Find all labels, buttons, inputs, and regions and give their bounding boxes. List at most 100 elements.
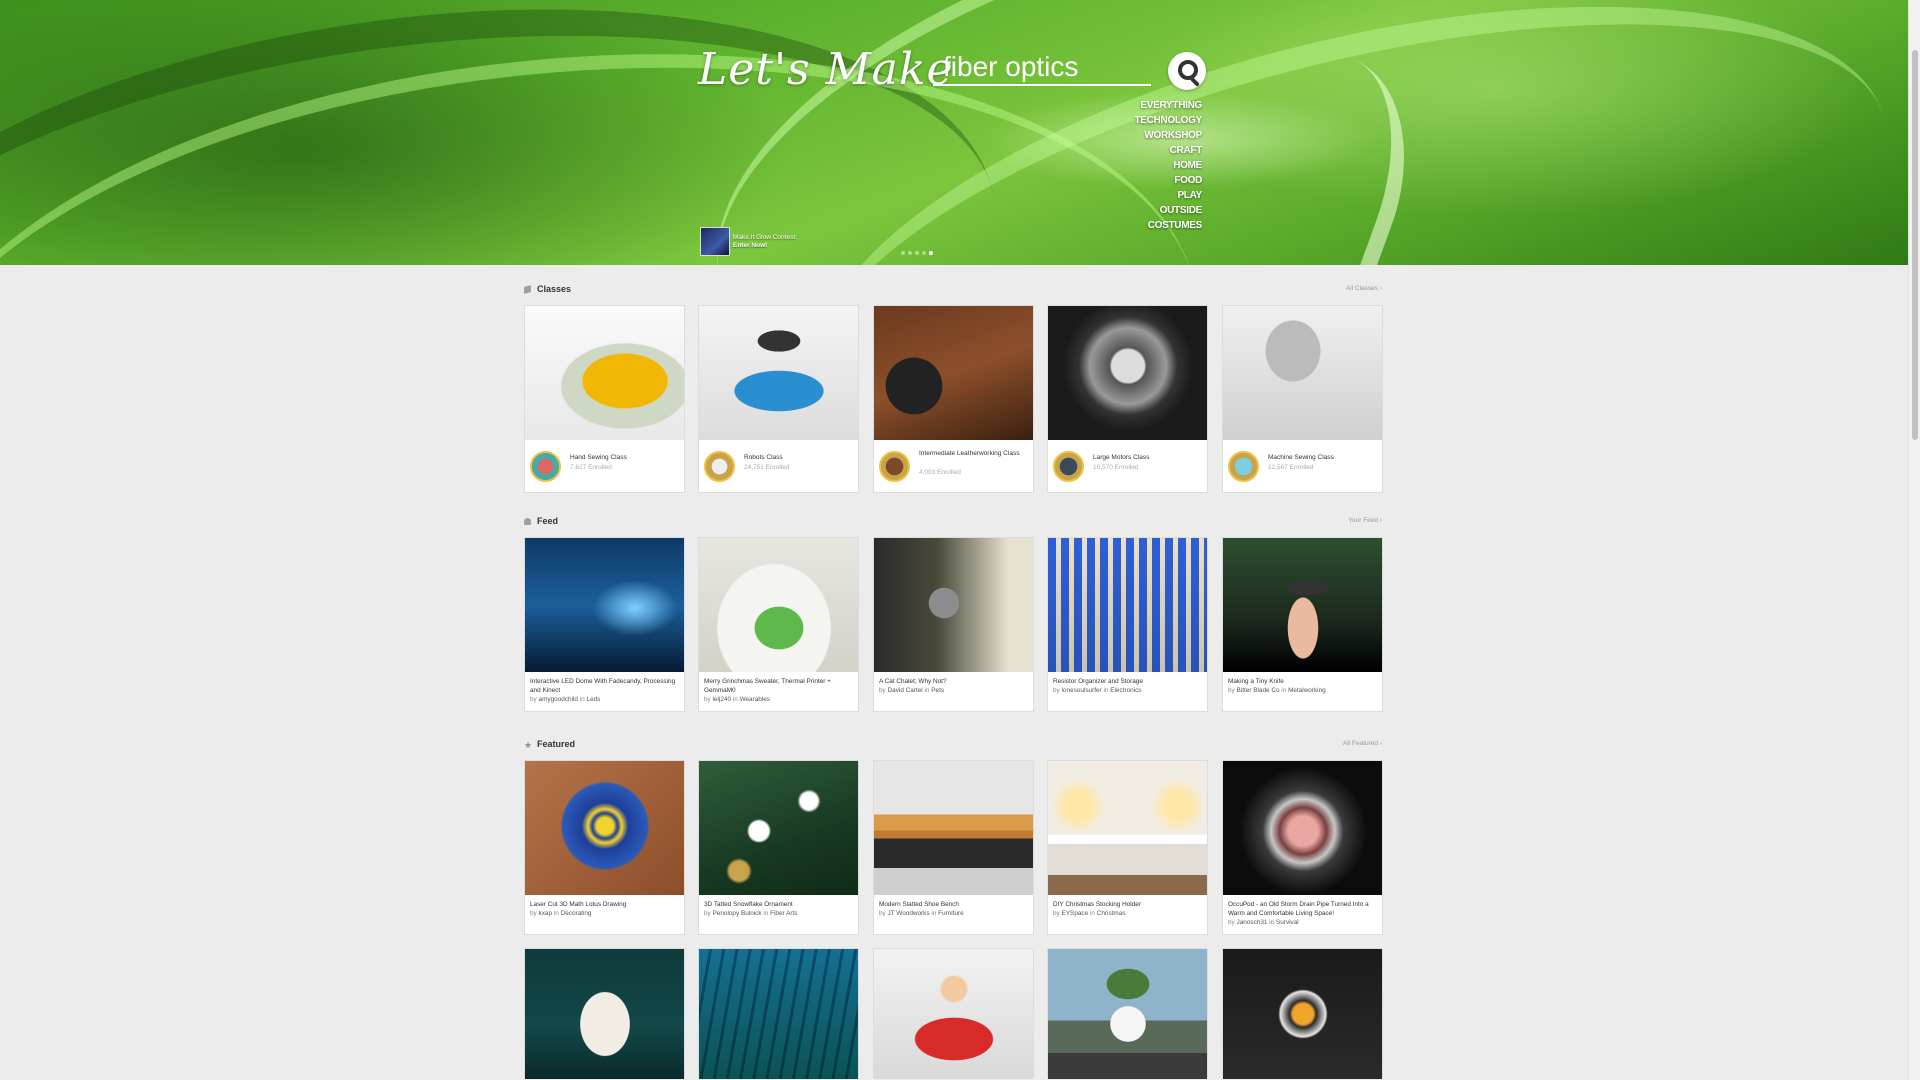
featured-category[interactable]: Decorating bbox=[561, 910, 592, 917]
category-home[interactable]: Home bbox=[1110, 158, 1202, 173]
category-costumes[interactable]: Costumes bbox=[1110, 218, 1203, 233]
contest-label: Make It Glow Contest: bbox=[733, 233, 797, 241]
feed-author[interactable]: David Cartel bbox=[888, 687, 923, 694]
category-everything[interactable]: Everything bbox=[1110, 98, 1202, 113]
category-workshop[interactable]: Workshop bbox=[1110, 128, 1202, 143]
category-food[interactable]: Food bbox=[1110, 173, 1202, 188]
class-enrolled: 24,751 Enrolled bbox=[744, 464, 790, 471]
class-avatar-icon bbox=[879, 451, 910, 482]
scrollbar-thumb[interactable] bbox=[1912, 50, 1918, 440]
featured-image bbox=[525, 949, 684, 1079]
class-enrolled: 10,570 Enrolled bbox=[1093, 464, 1139, 471]
featured-category[interactable]: Furniture bbox=[938, 910, 964, 917]
your-feed-link[interactable]: Your Feed › bbox=[1348, 517, 1382, 524]
featured-author[interactable]: EYSpace bbox=[1062, 910, 1089, 917]
featured-card[interactable]: OccuPod - an Old Storm Drain Pipe Turned… bbox=[1222, 760, 1383, 935]
featured-card[interactable]: Modern Slatted Shoe Bench by JT Woodwork… bbox=[873, 760, 1034, 935]
class-enrolled: 7,627 Enrolled bbox=[570, 464, 612, 471]
feed-category[interactable]: Wearables bbox=[740, 696, 770, 703]
featured-title: DIY Christmas Stocking Holder bbox=[1053, 901, 1141, 908]
feed-card[interactable]: Resistor Organizer and Storage by loneso… bbox=[1047, 537, 1208, 712]
category-play[interactable]: Play bbox=[1110, 188, 1202, 203]
all-featured-link[interactable]: All Featured › bbox=[1343, 740, 1382, 747]
all-classes-link[interactable]: All Classes › bbox=[1346, 285, 1382, 292]
class-title: Hand Sewing Class bbox=[570, 454, 627, 461]
feed-author[interactable]: lelj240 bbox=[713, 696, 731, 703]
featured-card[interactable]: 3D Tatted Snowflake Ornament by Penolopy… bbox=[698, 760, 859, 935]
featured-image bbox=[1223, 761, 1382, 895]
featured-card[interactable] bbox=[698, 948, 859, 1079]
feed-card[interactable]: Making a Tiny Knife by Bitter Blade Co i… bbox=[1222, 537, 1383, 712]
featured-author[interactable]: JT Woodworks bbox=[888, 910, 930, 917]
featured-image bbox=[874, 761, 1033, 895]
feed-image bbox=[874, 538, 1033, 672]
featured-author[interactable]: kxap bbox=[539, 910, 553, 917]
classes-icon bbox=[524, 285, 531, 294]
featured-image bbox=[699, 949, 858, 1079]
featured-author[interactable]: Penolopy Bulnick bbox=[713, 910, 762, 917]
featured-card[interactable] bbox=[873, 948, 1034, 1079]
carousel-dot[interactable] bbox=[922, 251, 926, 255]
class-enrolled: 12,567 Enrolled bbox=[1268, 464, 1314, 471]
feed-author[interactable]: Bitter Blade Co bbox=[1237, 687, 1280, 694]
feed-image bbox=[699, 538, 858, 672]
feed-title: Resistor Organizer and Storage bbox=[1053, 678, 1143, 685]
category-craft[interactable]: Craft bbox=[1110, 143, 1203, 158]
featured-category[interactable]: Christmas bbox=[1097, 910, 1126, 917]
class-avatar-icon bbox=[530, 451, 561, 482]
class-avatar-icon bbox=[1053, 451, 1084, 482]
feed-image bbox=[1223, 538, 1382, 672]
class-image bbox=[1048, 306, 1207, 440]
category-nav: Everything Technology Workshop Craft Hom… bbox=[1110, 98, 1202, 233]
carousel-dot-active[interactable] bbox=[929, 251, 933, 255]
class-image bbox=[1223, 306, 1382, 440]
featured-card[interactable] bbox=[524, 948, 685, 1079]
search-input[interactable] bbox=[933, 50, 1151, 86]
featured-title: Modern Slatted Shoe Bench bbox=[879, 901, 959, 908]
feed-card[interactable]: A Cat Chalet; Why Not? by David Cartel i… bbox=[873, 537, 1034, 712]
feed-category[interactable]: Electronics bbox=[1110, 687, 1141, 694]
featured-title: Laser Cut 3D Math Lotus Drawing bbox=[530, 901, 627, 908]
class-card[interactable]: Intermediate Leatherworking Class 4,003 … bbox=[873, 305, 1034, 493]
search-button[interactable] bbox=[1168, 52, 1206, 90]
category-technology[interactable]: Technology bbox=[1110, 113, 1202, 128]
featured-category[interactable]: Survival bbox=[1276, 919, 1299, 926]
featured-image bbox=[1048, 949, 1207, 1079]
class-card[interactable]: Large Motors Class 10,570 Enrolled bbox=[1047, 305, 1208, 493]
feed-card[interactable]: Interactive LED Dome With Fadecandy, Pro… bbox=[524, 537, 685, 712]
carousel-dots bbox=[901, 251, 933, 255]
brand-tagline: Let's Make bbox=[698, 44, 954, 95]
featured-card[interactable]: Laser Cut 3D Math Lotus Drawing by kxap … bbox=[524, 760, 685, 935]
carousel-dot[interactable] bbox=[908, 251, 912, 255]
featured-card[interactable]: DIY Christmas Stocking Holder by EYSpace… bbox=[1047, 760, 1208, 935]
feed-title: Interactive LED Dome With Fadecandy, Pro… bbox=[530, 678, 676, 694]
featured-card[interactable] bbox=[1047, 948, 1208, 1079]
carousel-dot[interactable] bbox=[901, 251, 905, 255]
feed-icon bbox=[524, 518, 531, 525]
feed-card[interactable]: Merry Grinchmas Sweater, Thermal Printer… bbox=[698, 537, 859, 712]
class-image bbox=[699, 306, 858, 440]
featured-category[interactable]: Fiber Arts bbox=[770, 910, 797, 917]
category-outside[interactable]: Outside bbox=[1110, 203, 1203, 218]
feed-category[interactable]: Pets bbox=[931, 687, 944, 694]
feed-title: Making a Tiny Knife bbox=[1228, 678, 1284, 685]
class-card[interactable]: Robots Class 24,751 Enrolled bbox=[698, 305, 859, 493]
feed-category[interactable]: Leds bbox=[587, 696, 601, 703]
featured-image bbox=[525, 761, 684, 895]
search-icon bbox=[1178, 60, 1198, 80]
featured-image bbox=[1223, 949, 1382, 1079]
class-card[interactable]: Hand Sewing Class 7,627 Enrolled bbox=[524, 305, 685, 493]
class-card[interactable]: Machine Sewing Class 12,567 Enrolled bbox=[1222, 305, 1383, 493]
featured-card[interactable] bbox=[1222, 948, 1383, 1079]
feed-category[interactable]: Metalworking bbox=[1288, 687, 1326, 694]
featured-title: Featured bbox=[537, 739, 576, 749]
contest-promo[interactable]: Make It Glow Contest: Enter Now! bbox=[700, 227, 797, 256]
featured-image bbox=[1048, 761, 1207, 895]
page-scrollbar[interactable] bbox=[1908, 0, 1920, 1080]
feed-author[interactable]: amygoodchild bbox=[539, 696, 578, 703]
featured-author[interactable]: Janosch31 bbox=[1237, 919, 1268, 926]
class-image bbox=[525, 306, 684, 440]
carousel-dot[interactable] bbox=[915, 251, 919, 255]
feed-author[interactable]: lonesoulsurfer bbox=[1062, 687, 1102, 694]
classes-title: Classes bbox=[537, 284, 572, 294]
